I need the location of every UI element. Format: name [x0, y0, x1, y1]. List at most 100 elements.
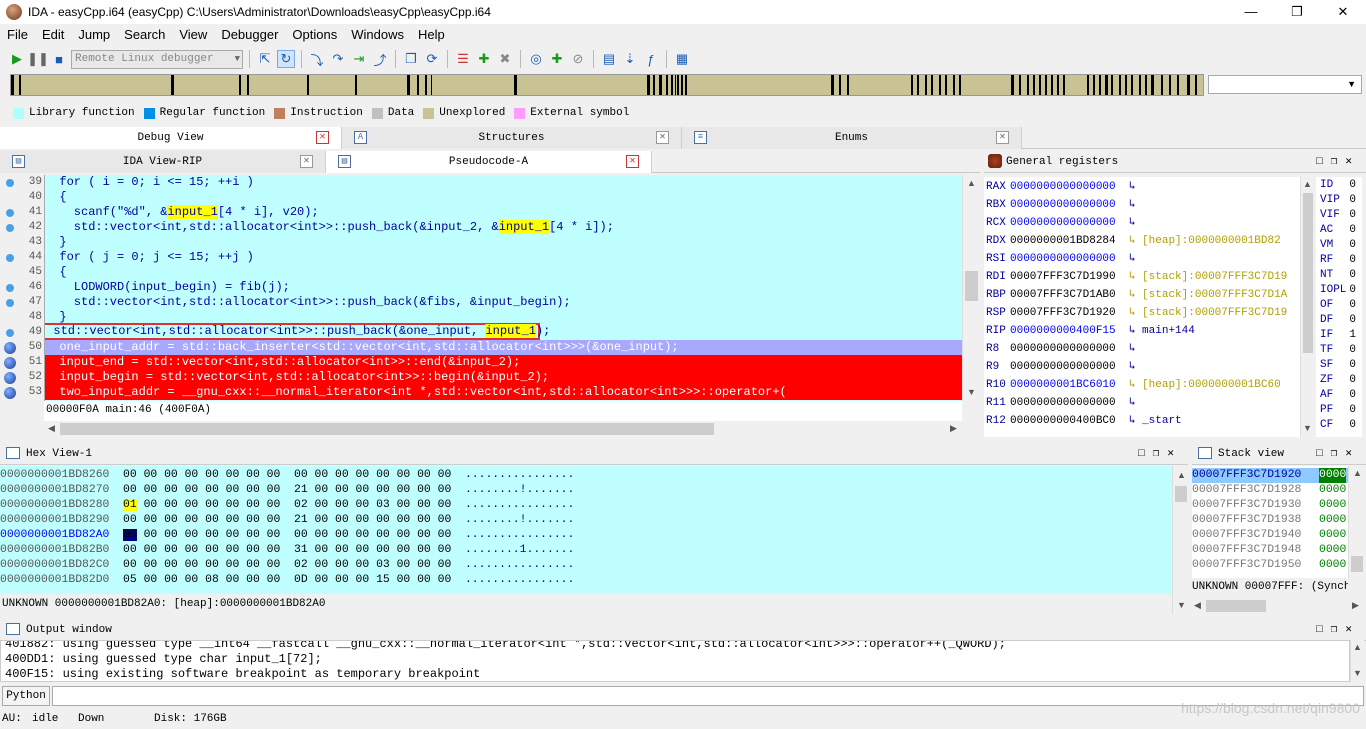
hex-byte[interactable]: 31: [294, 544, 308, 556]
hex-byte[interactable]: 00: [335, 484, 349, 496]
hex-byte[interactable]: 00: [417, 514, 431, 526]
code-line[interactable]: {: [45, 265, 962, 280]
hex-row[interactable]: 0000000001BD82C0 00 00 00 00 00 00 00 00…: [0, 558, 574, 573]
hex-byte[interactable]: 00: [376, 514, 390, 526]
register-value[interactable]: 00007FFF3C7D1990: [1010, 271, 1116, 283]
hex-byte[interactable]: 00: [185, 529, 199, 541]
hex-byte[interactable]: 00: [226, 574, 240, 586]
hex-byte[interactable]: 00: [123, 484, 137, 496]
menu-windows[interactable]: Windows: [344, 27, 411, 42]
stackview-hscroll[interactable]: ◀ ▶: [1192, 598, 1364, 614]
hex-byte[interactable]: 00: [123, 544, 137, 556]
stack-row[interactable]: 00007FFF3C7D1938 0000: [1192, 513, 1348, 528]
hex-byte[interactable]: 00: [267, 469, 281, 481]
hex-byte[interactable]: 00: [185, 544, 199, 556]
output-log[interactable]: 401882: using guessed type __int64 __fas…: [0, 640, 1350, 682]
hex-row[interactable]: 0000000001BD8290 00 00 00 00 00 00 00 00…: [0, 513, 574, 528]
gutter-line[interactable]: 41: [0, 205, 44, 220]
hex-byte[interactable]: 00: [185, 574, 199, 586]
hex-byte[interactable]: 00: [315, 574, 329, 586]
hex-byte[interactable]: 00: [226, 499, 240, 511]
register-row-rsi[interactable]: RSI 0000000000000000 ↳: [986, 250, 1135, 268]
hex-byte[interactable]: 00: [185, 484, 199, 496]
attach-icon[interactable]: ⇱: [256, 50, 274, 68]
register-row-r8[interactable]: R8 0000000000000000 ↳: [986, 340, 1135, 358]
gutter-line[interactable]: 45: [0, 265, 44, 280]
code-line[interactable]: scanf("%d", &input_1[4 * i], v20);: [45, 205, 962, 220]
register-reference[interactable]: ↳ [stack]:00007FFF3C7D1A: [1129, 289, 1287, 301]
hex-byte[interactable]: 00: [397, 574, 411, 586]
register-value[interactable]: 0000000000000000: [1010, 343, 1116, 355]
hexview-vscroll[interactable]: ▲ ▼: [1172, 466, 1188, 614]
hex-byte[interactable]: 00: [205, 514, 219, 526]
hex-byte[interactable]: 00: [417, 529, 431, 541]
hex-byte[interactable]: 00: [226, 529, 240, 541]
trace-icon[interactable]: ▤: [600, 50, 618, 68]
hex-byte[interactable]: 00: [246, 544, 260, 556]
hex-byte[interactable]: 00: [315, 514, 329, 526]
register-value[interactable]: 0000000000000000: [1010, 199, 1116, 211]
register-reference[interactable]: ↳ [stack]:00007FFF3C7D19: [1129, 307, 1287, 319]
hex-byte[interactable]: 00: [205, 469, 219, 481]
flag-vif[interactable]: VIF 0: [1320, 208, 1360, 223]
hex-byte[interactable]: 00: [315, 484, 329, 496]
hex-byte[interactable]: 00: [246, 484, 260, 496]
flag-vip[interactable]: VIP 0: [1320, 193, 1360, 208]
gutter-line[interactable]: 53: [0, 385, 44, 400]
scroll-down-icon[interactable]: ▼: [967, 387, 976, 397]
hex-byte[interactable]: 02: [294, 559, 308, 571]
hex-byte[interactable]: 00: [185, 559, 199, 571]
scroll-down-icon[interactable]: ▼: [1353, 668, 1362, 678]
scroll-thumb[interactable]: [1351, 556, 1363, 572]
hex-byte[interactable]: 00: [397, 484, 411, 496]
step-into-icon[interactable]: ⤵: [308, 50, 326, 68]
flag-tf[interactable]: TF 0: [1320, 343, 1360, 358]
hex-byte[interactable]: 00: [123, 469, 137, 481]
hex-byte[interactable]: 00: [417, 559, 431, 571]
hex-byte[interactable]: 00: [144, 544, 158, 556]
flag-sf[interactable]: SF 0: [1320, 358, 1360, 373]
hex-byte[interactable]: 00: [315, 499, 329, 511]
hex-byte[interactable]: 00: [438, 559, 452, 571]
hex-byte[interactable]: 00: [185, 469, 199, 481]
register-value[interactable]: 0000000000000000: [1010, 217, 1116, 229]
register-value[interactable]: 0000000000000000: [1010, 397, 1116, 409]
hex-byte[interactable]: 03: [376, 559, 390, 571]
hex-byte[interactable]: 00: [315, 559, 329, 571]
hex-byte[interactable]: 00: [356, 559, 370, 571]
hex-byte[interactable]: 03: [376, 499, 390, 511]
hex-byte[interactable]: 00: [397, 514, 411, 526]
hex-byte[interactable]: 00: [294, 529, 308, 541]
scroll-left-icon[interactable]: ◀: [48, 423, 55, 434]
hex-byte[interactable]: 00: [185, 514, 199, 526]
code-line[interactable]: {: [45, 190, 962, 205]
menu-edit[interactable]: Edit: [35, 27, 71, 42]
menu-options[interactable]: Options: [285, 27, 344, 42]
menu-view[interactable]: View: [172, 27, 214, 42]
scroll-up-icon[interactable]: ▲: [1353, 468, 1362, 478]
hex-byte[interactable]: 00: [335, 499, 349, 511]
hex-byte[interactable]: 00: [315, 544, 329, 556]
hex-byte[interactable]: 00: [417, 574, 431, 586]
register-reference[interactable]: ↳: [1129, 217, 1136, 229]
flag-of[interactable]: OF 0: [1320, 298, 1360, 313]
run-until-return-icon[interactable]: ⤴: [371, 50, 389, 68]
tab-enums[interactable]: ≡ Enums ✕: [682, 127, 1022, 149]
close-icon[interactable]: ✕: [626, 155, 639, 168]
stack-row[interactable]: 00007FFF3C7D1940 0000: [1192, 528, 1348, 543]
code-line-breakpoint[interactable]: input_end = std::vector<int,std::allocat…: [45, 355, 962, 370]
hex-byte[interactable]: 00: [123, 529, 137, 541]
hex-byte[interactable]: 00: [356, 514, 370, 526]
flag-iopl[interactable]: IOPL 0: [1320, 283, 1360, 298]
hex-byte[interactable]: 00: [376, 469, 390, 481]
code-line-breakpoint[interactable]: two_input_addr = __gnu_cxx::__normal_ite…: [45, 385, 962, 400]
flag-pf[interactable]: PF 0: [1320, 403, 1360, 418]
hex-byte[interactable]: 00: [164, 469, 178, 481]
flag-vm[interactable]: VM 0: [1320, 238, 1360, 253]
hex-byte[interactable]: 21: [294, 484, 308, 496]
hex-byte[interactable]: 00: [438, 529, 452, 541]
code-line-breakpoint[interactable]: input_begin = std::vector<int,std::alloc…: [45, 370, 962, 385]
python-button[interactable]: Python: [2, 686, 50, 706]
close-icon[interactable]: ✕: [996, 131, 1009, 144]
hex-byte[interactable]: 00: [438, 574, 452, 586]
